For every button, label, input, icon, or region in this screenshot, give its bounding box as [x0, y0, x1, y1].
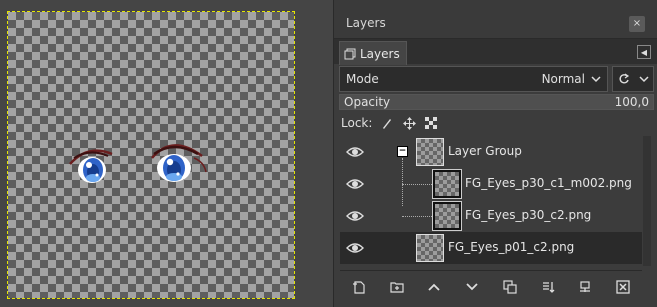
raise-layer-icon[interactable] [425, 278, 443, 296]
lock-label: Lock: [341, 116, 373, 130]
eye-icon[interactable] [346, 145, 364, 159]
eye-icon[interactable] [346, 177, 364, 191]
layer-row[interactable]: FG_Eyes_p30_c2.png [340, 200, 642, 232]
eye-icon[interactable] [346, 209, 364, 223]
tree-connector [402, 216, 432, 217]
opacity-slider[interactable]: Opacity 100,0 [339, 94, 654, 110]
lower-layer-icon[interactable] [463, 278, 481, 296]
anchor-icon[interactable] [576, 278, 594, 296]
layer-thumbnail [432, 169, 462, 199]
layer-name[interactable]: FG_Eyes_p30_c2.png [465, 208, 591, 222]
tab-layers[interactable]: Layers [339, 41, 407, 65]
lock-row: Lock: [341, 114, 438, 132]
layers-scrollbar[interactable] [643, 136, 651, 266]
delete-layer-icon[interactable] [614, 278, 632, 296]
dock-title: Layers [346, 16, 386, 30]
new-group-icon[interactable] [388, 278, 406, 296]
layer-name[interactable]: FG_Eyes_p01_c2.png [448, 240, 574, 254]
collapse-group-button[interactable]: − [397, 146, 408, 157]
triangle-left-icon: ◀ [640, 47, 648, 57]
layers-icon [344, 48, 356, 59]
layer-row[interactable]: FG_Eyes_p30_c1_m002.png [340, 168, 642, 200]
mode-switch-dropdown[interactable] [612, 66, 654, 92]
layer-name[interactable]: FG_Eyes_p30_c1_m002.png [465, 176, 632, 190]
move-lock-icon[interactable] [402, 116, 416, 130]
tree-connector [402, 184, 432, 185]
layers-bottom-toolbar [340, 270, 642, 302]
chevron-down-icon [591, 73, 601, 86]
dock-titlebar[interactable]: Layers × [334, 0, 657, 38]
opacity-label: Opacity [344, 95, 391, 109]
layer-thumbnail [416, 234, 444, 262]
chevron-down-icon [638, 75, 649, 82]
layer-thumbnail [432, 201, 462, 231]
right-eye [151, 144, 207, 182]
image-canvas[interactable] [8, 12, 294, 298]
mode-label: Mode [346, 72, 379, 86]
alpha-lock-icon[interactable] [424, 116, 438, 130]
eye-icon[interactable] [346, 241, 364, 255]
layer-row-selected[interactable]: FG_Eyes_p01_c2.png [340, 232, 642, 264]
dock-close-button[interactable]: × [629, 16, 645, 32]
layer-row-group[interactable]: − Layer Group [340, 136, 642, 168]
mode-row: Mode Normal [339, 66, 654, 92]
layer-thumbnail [416, 138, 444, 166]
new-layer-icon[interactable] [350, 278, 368, 296]
tab-label: Layers [360, 46, 400, 61]
opacity-value[interactable]: 100,0 [615, 95, 649, 109]
image-canvas-area[interactable] [0, 0, 333, 307]
left-eye [69, 149, 113, 183]
mode-dropdown[interactable]: Mode Normal [339, 66, 608, 92]
mode-value: Normal [541, 72, 585, 86]
eyes-artwork [69, 144, 207, 183]
tab-menu-button[interactable]: ◀ [637, 45, 651, 59]
layers-list[interactable]: − Layer Group FG_Eyes_p30_c1_m002.png FG… [340, 136, 642, 266]
duplicate-layer-icon[interactable] [501, 278, 519, 296]
merge-down-icon[interactable] [539, 278, 557, 296]
paintbrush-lock-icon[interactable] [380, 116, 394, 130]
dock-tabbar: Layers ◀ [334, 38, 657, 65]
layer-name[interactable]: Layer Group [448, 144, 522, 158]
reset-mode-icon [618, 73, 629, 84]
